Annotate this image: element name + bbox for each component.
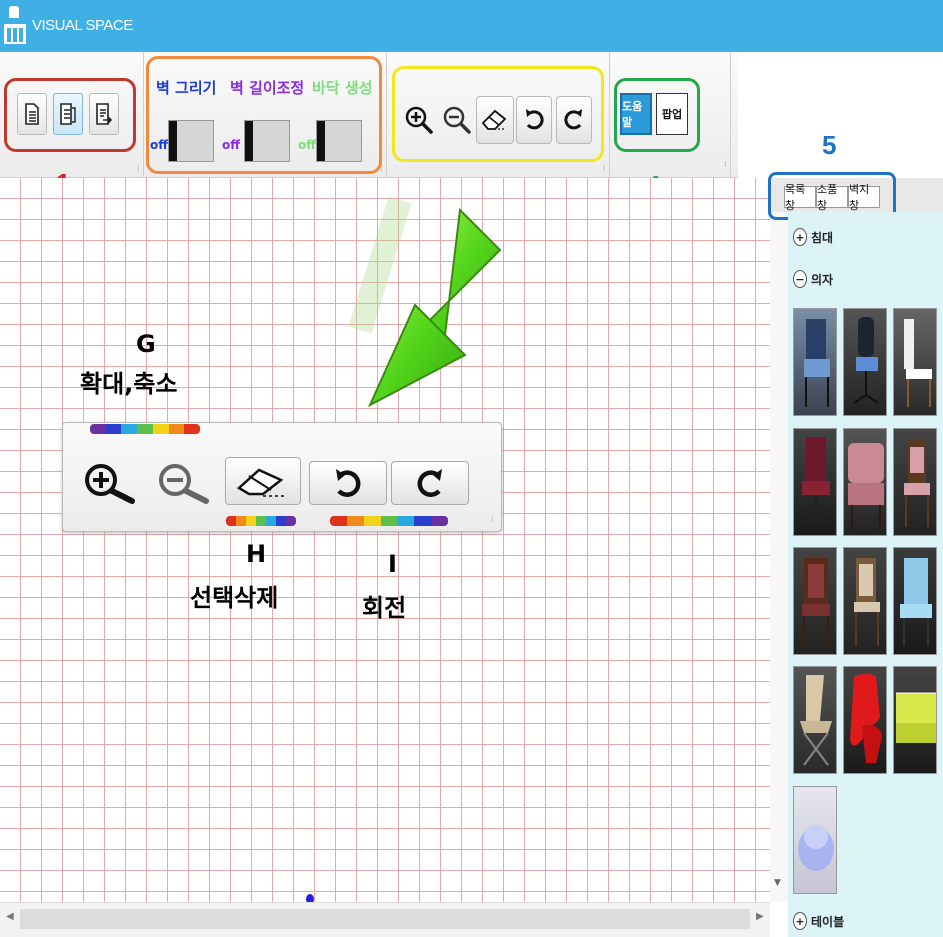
expand-icon[interactable]: + bbox=[793, 912, 807, 930]
callout-rotate-right-button[interactable] bbox=[391, 461, 469, 505]
chair-thumbnail[interactable] bbox=[793, 308, 837, 416]
tree-item-chair[interactable]: − 의자 bbox=[793, 270, 833, 288]
eraser-icon bbox=[236, 468, 285, 497]
edit-file-icon bbox=[60, 103, 76, 125]
callout-rotate-left-button[interactable] bbox=[309, 461, 387, 505]
delete-selection-button[interactable] bbox=[476, 96, 514, 144]
rotate-right-icon bbox=[417, 469, 442, 497]
export-file-button[interactable] bbox=[89, 93, 119, 135]
chair-thumbnail[interactable] bbox=[893, 308, 937, 416]
wall-draw-state: off bbox=[150, 138, 168, 152]
floor-create-label: 바닥 생성 bbox=[312, 79, 373, 97]
callout-delete-button[interactable] bbox=[225, 457, 301, 505]
tab-list[interactable]: 목록창 bbox=[784, 183, 816, 212]
tab-wallpaper[interactable]: 벽지창 bbox=[848, 183, 880, 212]
rotate-left-icon bbox=[526, 109, 544, 130]
popup-button[interactable]: 팝업 bbox=[656, 93, 688, 135]
annotation-h-letter: H bbox=[246, 540, 267, 568]
rotate-right-button[interactable] bbox=[556, 96, 592, 144]
chair-thumbnail[interactable] bbox=[843, 666, 887, 774]
expand-icon[interactable]: + bbox=[793, 228, 807, 246]
title-bar: VISUAL SPACE bbox=[0, 0, 943, 52]
eraser-icon bbox=[481, 109, 507, 130]
zoom-out-icon bbox=[159, 464, 209, 504]
tree-item-label: 의자 bbox=[811, 272, 834, 287]
floor-create-state: off bbox=[298, 138, 316, 152]
i-bracket bbox=[330, 516, 448, 526]
pointer-arrow-icon bbox=[348, 196, 502, 408]
callout-zoom-in-button[interactable] bbox=[79, 459, 145, 507]
chair-thumbnail[interactable] bbox=[893, 428, 937, 536]
help-button[interactable]: 도움말 bbox=[620, 93, 652, 135]
chair-thumbnail[interactable] bbox=[893, 666, 937, 774]
app-window: VISUAL SPACE ⁝ ⁝ ⁝ ⁝ 벽 그리기 벽 길이조정 바닥 생성 … bbox=[0, 0, 943, 937]
collapse-icon[interactable]: − bbox=[793, 270, 807, 288]
vertical-scrollbar[interactable]: ▲ ▼ bbox=[770, 178, 788, 902]
edit-file-button[interactable] bbox=[53, 93, 83, 135]
chair-thumbnail[interactable] bbox=[843, 308, 887, 416]
zoom-out-button[interactable] bbox=[440, 98, 474, 142]
floor-create-toggle[interactable] bbox=[316, 120, 362, 162]
rotate-left-button[interactable] bbox=[516, 96, 552, 144]
annotation-g-letter: G bbox=[136, 330, 156, 358]
tab-props[interactable]: 소품창 bbox=[816, 183, 848, 212]
zoom-in-icon bbox=[405, 106, 433, 134]
wall-length-toggle[interactable] bbox=[244, 120, 290, 162]
zoom-in-button[interactable] bbox=[402, 98, 436, 142]
annotation-i-letter: I bbox=[388, 550, 397, 578]
chair-thumbnail[interactable] bbox=[843, 547, 887, 655]
chair-thumbnail[interactable] bbox=[793, 428, 837, 536]
callout-zoom-out-button[interactable] bbox=[153, 459, 219, 507]
new-file-button[interactable] bbox=[17, 93, 47, 135]
horizontal-scrollbar[interactable]: ◀ ▶ bbox=[0, 902, 770, 937]
chair-thumbnail[interactable] bbox=[793, 547, 837, 655]
canvas-marker bbox=[306, 894, 314, 902]
app-logo bbox=[4, 6, 26, 46]
wall-draw-toggle[interactable] bbox=[168, 120, 214, 162]
tree-item-label: 침대 bbox=[811, 230, 834, 245]
group5-number: 5 bbox=[822, 130, 837, 160]
rotate-left-icon bbox=[336, 469, 361, 497]
app-title: VISUAL SPACE bbox=[32, 17, 133, 34]
zoom-out-icon bbox=[443, 106, 471, 134]
new-file-icon bbox=[25, 103, 39, 125]
wall-length-label: 벽 길이조정 bbox=[230, 79, 305, 97]
chair-thumbnail[interactable] bbox=[893, 547, 937, 655]
chair-thumbnail[interactable] bbox=[843, 428, 887, 536]
tree-item-table[interactable]: + 테이블 bbox=[793, 912, 844, 930]
annotation-g-text: 확대,축소 bbox=[80, 370, 178, 398]
rotate-right-icon bbox=[564, 109, 582, 130]
zoom-in-icon bbox=[85, 464, 135, 504]
tree-item-label: 테이블 bbox=[811, 914, 845, 929]
chair-thumbnail[interactable] bbox=[793, 786, 837, 894]
annotation-i-text: 회전 bbox=[362, 594, 407, 622]
chair-thumbnail[interactable] bbox=[793, 666, 837, 774]
h-bracket bbox=[226, 516, 296, 526]
wall-length-state: off bbox=[222, 138, 240, 152]
wall-draw-label: 벽 그리기 bbox=[156, 79, 217, 97]
export-file-icon bbox=[96, 103, 113, 125]
tree-item-bed[interactable]: + 침대 bbox=[793, 228, 833, 246]
g-bracket bbox=[90, 424, 200, 434]
annotation-h-text: 선택삭제 bbox=[190, 584, 279, 612]
